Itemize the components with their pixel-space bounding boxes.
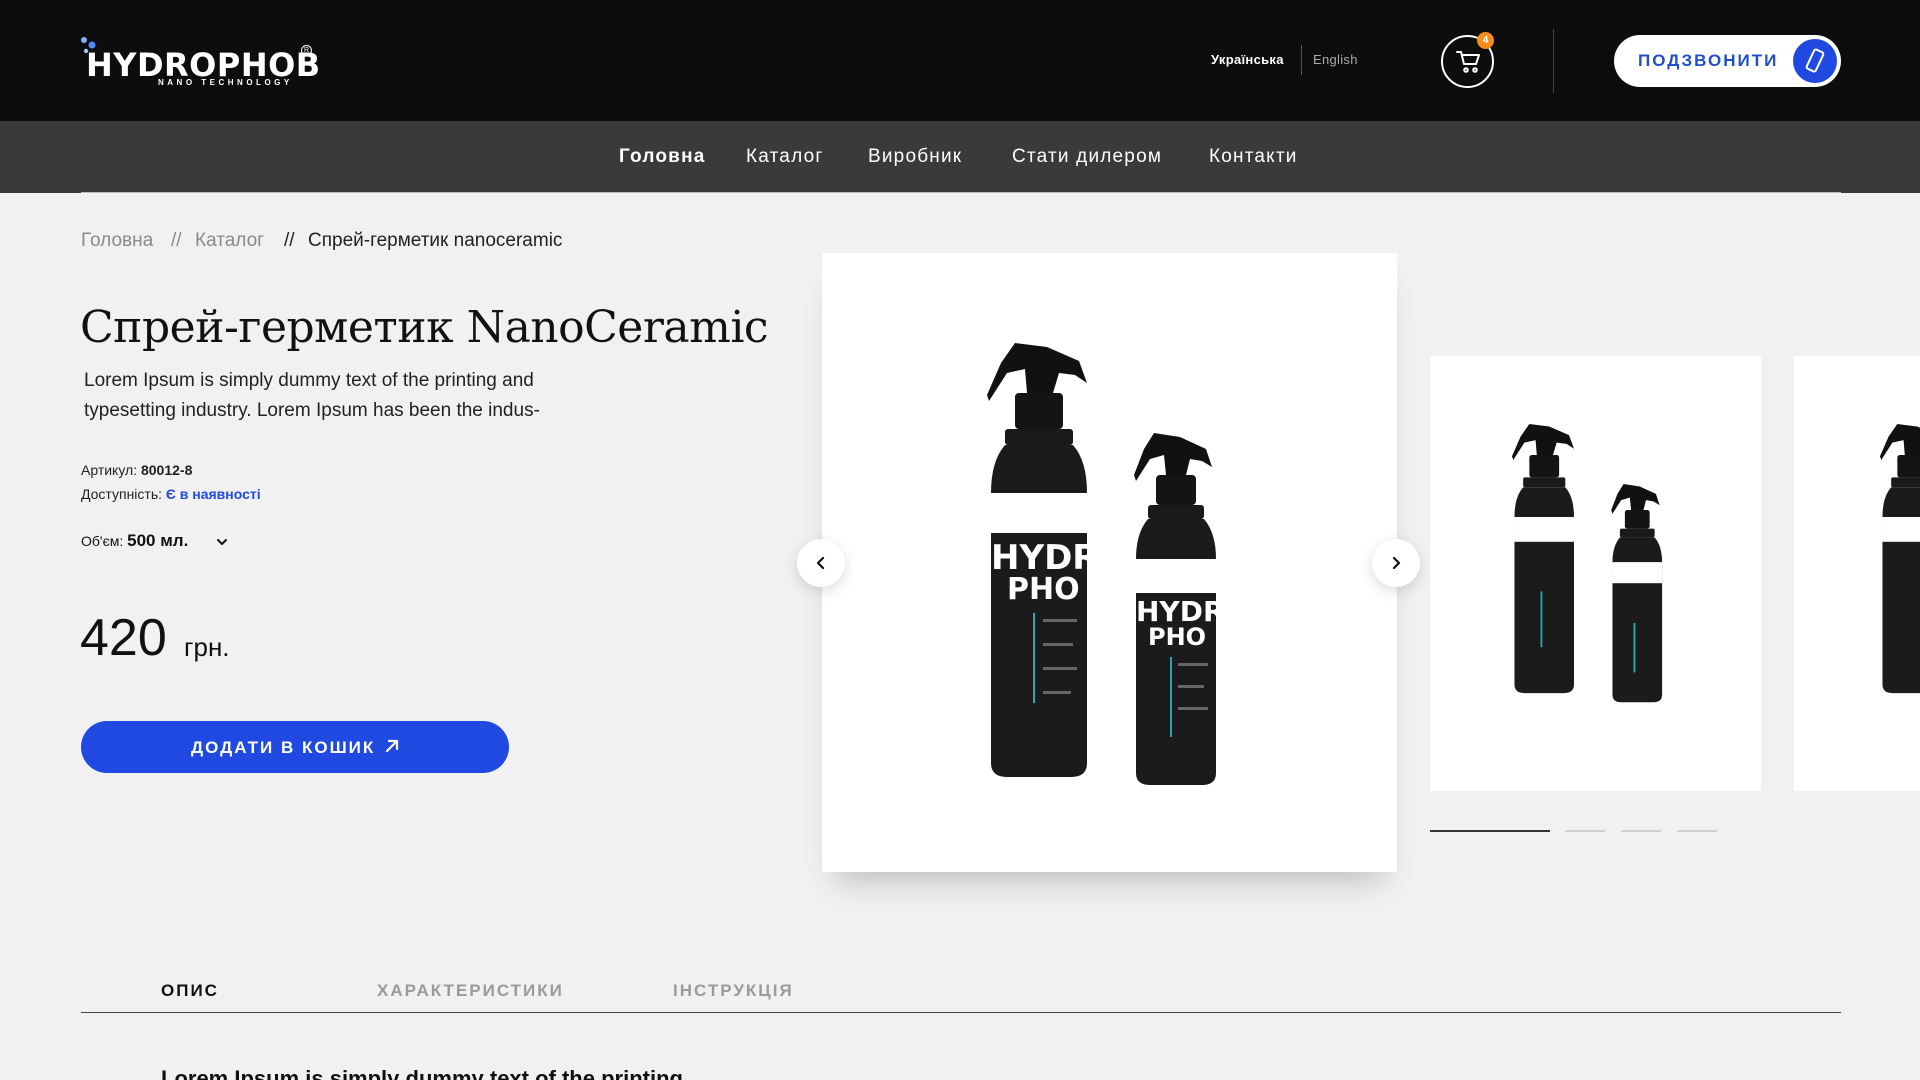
gallery-dot[interactable] bbox=[1621, 830, 1661, 832]
breadcrumb-catalog[interactable]: Каталог bbox=[195, 230, 264, 252]
add-to-cart-button[interactable]: ДОДАТИ В КОШИК bbox=[81, 721, 509, 773]
brand-logo[interactable]: HYDROPHOB NANO TECHNOLOGY R bbox=[80, 36, 320, 92]
spray-bottles-thumbnail bbox=[1880, 424, 1920, 694]
price-currency: грн. bbox=[184, 632, 230, 662]
nav-item-contacts[interactable]: Контакти bbox=[1209, 146, 1298, 168]
chevron-left-icon bbox=[816, 557, 825, 569]
breadcrumb-separator: // bbox=[171, 230, 182, 251]
lang-divider bbox=[1301, 45, 1302, 75]
cart-count-badge: 4 bbox=[1477, 32, 1494, 49]
add-to-cart-label: ДОДАТИ В КОШИК bbox=[191, 738, 376, 757]
header-divider bbox=[1553, 29, 1554, 93]
product-main-image[interactable]: HYDR PHO HYDR PHO bbox=[822, 253, 1397, 872]
nav-item-home[interactable]: Головна bbox=[619, 146, 706, 168]
spray-bottles-image: HYDR PHO HYDR PHO bbox=[987, 343, 1225, 785]
sku-value: 80012-8 bbox=[140, 462, 193, 478]
tab-description[interactable]: ОПИС bbox=[161, 981, 219, 1001]
main-nav: Головна Каталог Виробник Стати дилером К… bbox=[0, 121, 1920, 193]
tab-instructions[interactable]: ІНСТРУКЦІЯ bbox=[673, 981, 794, 1001]
lang-english[interactable]: English bbox=[1313, 52, 1358, 67]
chevron-right-icon bbox=[1392, 557, 1401, 569]
tab-characteristics[interactable]: ХАРАКТЕРИСТИКИ bbox=[377, 981, 564, 1001]
lang-ukrainian[interactable]: Українська bbox=[1211, 52, 1284, 67]
nav-item-become-dealer[interactable]: Стати дилером bbox=[1012, 146, 1162, 168]
gallery-dot[interactable] bbox=[1430, 830, 1550, 832]
product-availability: Доступність: Є в наявності bbox=[81, 486, 261, 502]
availability-value: Є в наявності bbox=[165, 486, 261, 502]
chevron-down-icon[interactable] bbox=[216, 536, 228, 548]
breadcrumb-separator: // bbox=[284, 230, 295, 251]
availability-label: Доступність: bbox=[81, 486, 163, 502]
bottle-label: PHO bbox=[1007, 572, 1080, 607]
breadcrumb-home[interactable]: Головна bbox=[81, 230, 153, 252]
call-button[interactable]: ПОДЗВОНИТИ bbox=[1614, 35, 1841, 87]
arrow-up-right-icon bbox=[385, 739, 399, 753]
nav-underline bbox=[81, 192, 1841, 193]
nav-item-catalog[interactable]: Каталог bbox=[746, 146, 823, 168]
cart-icon bbox=[1456, 51, 1480, 73]
product-thumbnail[interactable] bbox=[1430, 356, 1761, 791]
tab-content-text: Lorem Ipsum is simply dummy text of the … bbox=[161, 1066, 683, 1080]
top-bar: HYDROPHOB NANO TECHNOLOGY R Українська E… bbox=[0, 0, 1920, 121]
product-thumbnail[interactable] bbox=[1794, 356, 1920, 791]
bottle-label: PHO bbox=[1148, 623, 1206, 651]
product-title: Спрей-герметик NanoCeramic bbox=[80, 302, 769, 353]
sku-label: Артикул: bbox=[81, 462, 138, 478]
call-button-label: ПОДЗВОНИТИ bbox=[1638, 51, 1779, 70]
gallery-dot[interactable] bbox=[1677, 830, 1717, 832]
spray-bottles-thumbnail bbox=[1512, 424, 1663, 703]
phone-icon bbox=[1793, 39, 1837, 83]
volume-value: 500 мл. bbox=[127, 531, 189, 550]
volume-select[interactable]: Об'єм: 500 мл. bbox=[81, 531, 188, 551]
nav-item-manufacturer[interactable]: Виробник bbox=[868, 146, 962, 168]
gallery-prev-button[interactable] bbox=[797, 539, 845, 587]
gallery-next-button[interactable] bbox=[1372, 539, 1420, 587]
volume-label: Об'єм: bbox=[81, 533, 124, 549]
tabs-underline bbox=[81, 1012, 1841, 1013]
breadcrumb-current: Спрей-герметик nanoceramic bbox=[308, 230, 563, 251]
product-price: 420 bbox=[80, 609, 167, 667]
product-sku: Артикул: 80012-8 bbox=[81, 462, 192, 478]
product-description: Lorem Ipsum is simply dummy text of the … bbox=[84, 370, 540, 421]
registered-mark: R bbox=[301, 45, 312, 56]
logo-tagline: NANO TECHNOLOGY bbox=[158, 78, 293, 87]
gallery-dot[interactable] bbox=[1565, 830, 1605, 832]
